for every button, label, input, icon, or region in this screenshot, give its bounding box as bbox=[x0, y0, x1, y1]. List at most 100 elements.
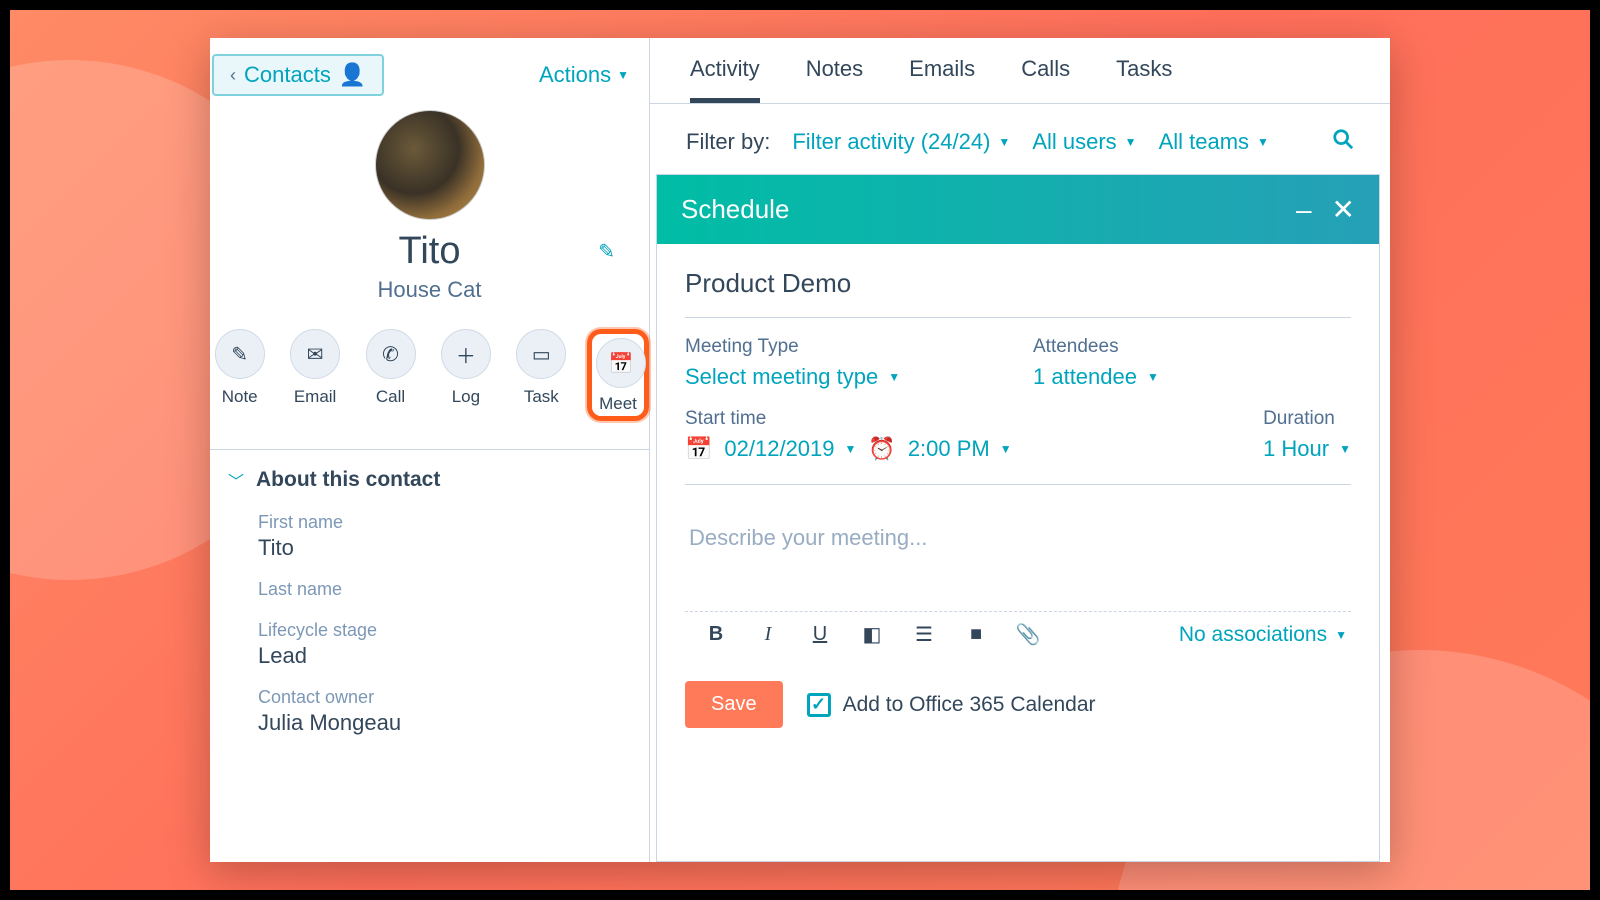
eraser-button[interactable]: ◧ bbox=[859, 622, 885, 647]
about-section-toggle[interactable]: ﹀ About this contact bbox=[210, 468, 649, 492]
filter-prefix: Filter by: bbox=[686, 129, 770, 155]
caret-down-icon: ▼ bbox=[1000, 442, 1012, 456]
meeting-title-input[interactable]: Product Demo bbox=[685, 268, 1351, 299]
activity-panel: Activity Notes Emails Calls Tasks Filter… bbox=[650, 38, 1390, 862]
meeting-type-label: Meeting Type bbox=[685, 336, 1003, 358]
action-call-label: Call bbox=[361, 387, 420, 407]
start-date-value: 02/12/2019 bbox=[724, 436, 834, 462]
actions-menu[interactable]: Actions ▼ bbox=[539, 62, 629, 88]
lifecycle-label: Lifecycle stage bbox=[258, 620, 621, 641]
phone-icon: ✆ bbox=[382, 342, 399, 367]
tab-notes[interactable]: Notes bbox=[806, 56, 863, 103]
action-note[interactable]: ✎ Note bbox=[210, 329, 269, 421]
schedule-footer: Save ✓ Add to Office 365 Calendar bbox=[657, 663, 1379, 746]
calendar-icon: 📅 bbox=[685, 436, 712, 462]
contact-sidebar: ‹ Contacts 👤 Actions ▼ Tito ✎ House Cat … bbox=[210, 38, 650, 862]
action-log[interactable]: ＋ Log bbox=[436, 329, 495, 421]
italic-button[interactable]: I bbox=[755, 623, 781, 646]
associations-label: No associations bbox=[1179, 623, 1327, 647]
quick-action-row: ✎ Note ✉ Email ✆ Call ＋ Log ▭ Task bbox=[210, 329, 649, 421]
filter-users-dropdown[interactable]: All users ▼ bbox=[1032, 129, 1136, 155]
divider bbox=[685, 484, 1351, 485]
contact-avatar[interactable] bbox=[375, 110, 485, 220]
actions-label: Actions bbox=[539, 62, 611, 88]
duration-label: Duration bbox=[1263, 408, 1351, 430]
close-button[interactable]: ✕ bbox=[1332, 193, 1355, 226]
action-meet-label: Meet bbox=[596, 394, 640, 414]
about-section-title: About this contact bbox=[256, 468, 440, 492]
tab-tasks[interactable]: Tasks bbox=[1116, 56, 1172, 103]
meeting-description-input[interactable]: Describe your meeting... bbox=[685, 503, 1351, 611]
start-time-picker[interactable]: 2:00 PM ▼ bbox=[908, 436, 1012, 462]
field-owner[interactable]: Contact owner Julia Mongeau bbox=[258, 687, 621, 736]
first-name-value: Tito bbox=[258, 535, 621, 561]
tab-emails[interactable]: Emails bbox=[909, 56, 975, 103]
back-label: Contacts bbox=[244, 62, 331, 88]
field-lifecycle[interactable]: Lifecycle stage Lead bbox=[258, 620, 621, 669]
caret-down-icon: ▼ bbox=[1257, 135, 1269, 149]
editor-toolbar: B I U ◧ ☰ ■ 📎 No associations ▼ bbox=[685, 611, 1351, 653]
calendar-icon: 📅 bbox=[609, 351, 634, 376]
meeting-type-value: Select meeting type bbox=[685, 364, 878, 390]
chevron-left-icon: ‹ bbox=[230, 65, 236, 86]
caret-down-icon: ▼ bbox=[1335, 628, 1347, 642]
divider bbox=[685, 317, 1351, 318]
field-last-name[interactable]: Last name bbox=[258, 579, 621, 602]
underline-button[interactable]: U bbox=[807, 623, 833, 646]
minimize-button[interactable]: – bbox=[1296, 194, 1312, 226]
lifecycle-value: Lead bbox=[258, 643, 621, 669]
tab-calls[interactable]: Calls bbox=[1021, 56, 1070, 103]
tab-activity[interactable]: Activity bbox=[690, 56, 760, 103]
duration-dropdown[interactable]: 1 Hour ▼ bbox=[1263, 436, 1351, 462]
action-meet-highlighted[interactable]: 📅 Meet bbox=[587, 329, 649, 421]
action-task-label: Task bbox=[512, 387, 571, 407]
filter-row: Filter by: Filter activity (24/24) ▼ All… bbox=[650, 104, 1390, 174]
caret-down-icon: ▼ bbox=[1147, 370, 1159, 384]
add-to-calendar-checkbox[interactable]: ✓ Add to Office 365 Calendar bbox=[807, 693, 1096, 717]
filter-activity-dropdown[interactable]: Filter activity (24/24) ▼ bbox=[792, 129, 1010, 155]
meeting-type-dropdown[interactable]: Select meeting type ▼ bbox=[685, 364, 1003, 390]
filter-teams-dropdown[interactable]: All teams ▼ bbox=[1159, 129, 1269, 155]
action-log-label: Log bbox=[436, 387, 495, 407]
filter-users-label: All users bbox=[1032, 129, 1116, 155]
action-email-label: Email bbox=[285, 387, 344, 407]
about-fields: First name Tito Last name Lifecycle stag… bbox=[210, 492, 649, 736]
person-icon: 👤 bbox=[339, 62, 366, 88]
edit-name-button[interactable]: ✎ bbox=[598, 239, 615, 264]
filter-teams-label: All teams bbox=[1159, 129, 1249, 155]
search-icon bbox=[1332, 128, 1354, 150]
associations-dropdown[interactable]: No associations ▼ bbox=[1179, 623, 1347, 647]
schedule-panel-header: Schedule – ✕ bbox=[657, 175, 1379, 244]
action-task[interactable]: ▭ Task bbox=[512, 329, 571, 421]
filter-activity-label: Filter activity (24/24) bbox=[792, 129, 990, 155]
duration-value: 1 Hour bbox=[1263, 436, 1329, 462]
save-button[interactable]: Save bbox=[685, 681, 783, 728]
schedule-panel: Schedule – ✕ Product Demo Meeting Type S… bbox=[656, 174, 1380, 862]
record-tabs: Activity Notes Emails Calls Tasks bbox=[650, 38, 1390, 104]
caret-down-icon: ▼ bbox=[888, 370, 900, 384]
attachment-button[interactable]: 📎 bbox=[1015, 622, 1041, 647]
back-to-contacts-button[interactable]: ‹ Contacts 👤 bbox=[212, 54, 384, 96]
start-time-label: Start time bbox=[685, 408, 1203, 430]
clock-icon: ⏰ bbox=[868, 436, 895, 462]
schedule-header-title: Schedule bbox=[681, 194, 789, 225]
plus-icon: ＋ bbox=[456, 340, 476, 369]
bold-button[interactable]: B bbox=[703, 623, 729, 646]
note-icon: ✎ bbox=[231, 342, 248, 367]
action-email[interactable]: ✉ Email bbox=[285, 329, 344, 421]
start-date-picker[interactable]: 02/12/2019 ▼ bbox=[724, 436, 856, 462]
caret-down-icon: ▼ bbox=[617, 68, 629, 82]
email-icon: ✉ bbox=[307, 342, 324, 367]
search-button[interactable] bbox=[1332, 128, 1354, 156]
attendees-dropdown[interactable]: 1 attendee ▼ bbox=[1033, 364, 1351, 390]
attendees-label: Attendees bbox=[1033, 336, 1351, 358]
field-first-name[interactable]: First name Tito bbox=[258, 512, 621, 561]
action-call[interactable]: ✆ Call bbox=[361, 329, 420, 421]
video-button[interactable]: ■ bbox=[963, 623, 989, 646]
caret-down-icon: ▼ bbox=[998, 135, 1010, 149]
first-name-label: First name bbox=[258, 512, 621, 533]
divider bbox=[210, 449, 649, 450]
checkbox-checked-icon: ✓ bbox=[807, 693, 831, 717]
list-button[interactable]: ☰ bbox=[911, 622, 937, 647]
contact-subtitle: House Cat bbox=[210, 277, 649, 303]
